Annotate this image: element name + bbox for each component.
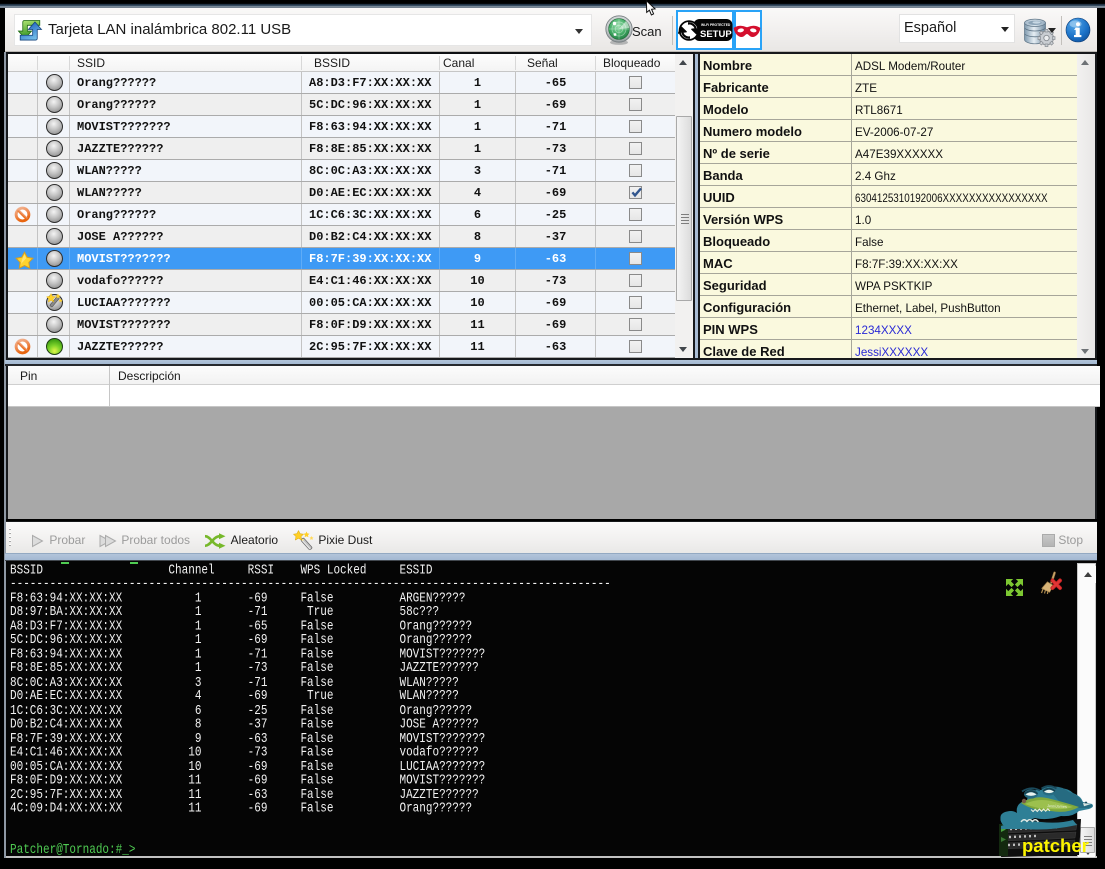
svg-text:SETUP: SETUP — [700, 29, 732, 40]
svg-text:Wi-Fi PROTECTED: Wi-Fi PROTECTED — [701, 23, 731, 27]
